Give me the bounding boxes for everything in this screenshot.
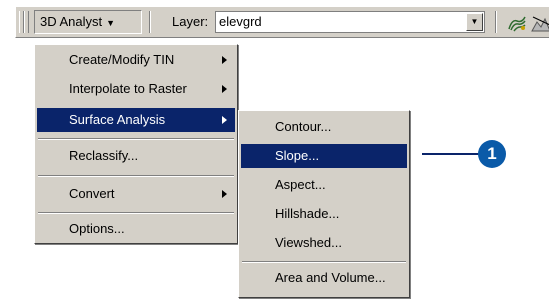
menu-item-label: Create/Modify TIN bbox=[69, 52, 175, 67]
submenu-item-label: Area and Volume... bbox=[275, 270, 386, 285]
surface-analysis-submenu: Contour... Slope... Aspect... Hillshade.… bbox=[238, 110, 410, 298]
menu-item-label: Options... bbox=[69, 221, 125, 236]
submenu-item-hillshade[interactable]: Hillshade... bbox=[241, 202, 407, 226]
layer-select[interactable]: elevgrd ▼ bbox=[215, 11, 485, 33]
submenu-item-label: Hillshade... bbox=[275, 206, 340, 221]
submenu-arrow-icon bbox=[222, 56, 227, 64]
menu-item-label: Surface Analysis bbox=[69, 112, 166, 127]
menu-item-reclassify[interactable]: Reclassify... bbox=[37, 144, 235, 168]
submenu-item-contour[interactable]: Contour... bbox=[241, 115, 407, 139]
submenu-item-label: Aspect... bbox=[275, 177, 326, 192]
menu-item-interpolate-to-raster[interactable]: Interpolate to Raster bbox=[37, 77, 235, 101]
submenu-item-label: Viewshed... bbox=[275, 235, 342, 250]
layer-select-value: elevgrd bbox=[219, 14, 262, 29]
menu-separator bbox=[38, 175, 234, 177]
3d-analyst-toolbar: 3D Analyst ▼ Layer: elevgrd ▼ bbox=[15, 6, 549, 38]
menu-item-create-modify-tin[interactable]: Create/Modify TIN bbox=[37, 48, 235, 72]
submenu-arrow-icon bbox=[222, 85, 227, 93]
menu-separator bbox=[38, 212, 234, 214]
submenu-item-area-and-volume[interactable]: Area and Volume... bbox=[241, 266, 407, 290]
submenu-item-aspect[interactable]: Aspect... bbox=[241, 173, 407, 197]
toolbar-separator bbox=[149, 11, 151, 33]
contour-tool-icon[interactable] bbox=[506, 13, 528, 33]
3d-analyst-dropdown-menu: Create/Modify TIN Interpolate to Raster … bbox=[34, 44, 238, 244]
submenu-arrow-icon bbox=[222, 116, 227, 124]
submenu-item-label: Contour... bbox=[275, 119, 332, 134]
menu-item-surface-analysis[interactable]: Surface Analysis bbox=[37, 108, 235, 132]
submenu-item-viewshed[interactable]: Viewshed... bbox=[241, 231, 407, 255]
dropdown-arrow-icon[interactable]: ▼ bbox=[466, 13, 483, 31]
callout-number-badge: 1 bbox=[478, 140, 506, 168]
callout-leader-line bbox=[422, 153, 480, 155]
layer-label: Layer: bbox=[172, 14, 209, 29]
menu-separator bbox=[242, 261, 406, 263]
menu-item-label: Convert bbox=[69, 186, 115, 201]
3d-analyst-menu-button[interactable]: 3D Analyst ▼ bbox=[34, 10, 142, 34]
menu-item-options[interactable]: Options... bbox=[37, 217, 235, 241]
chevron-down-icon: ▼ bbox=[106, 18, 116, 28]
toolbar-separator-2 bbox=[495, 11, 497, 33]
submenu-item-slope[interactable]: Slope... bbox=[241, 144, 407, 168]
menu-separator bbox=[38, 138, 234, 140]
submenu-item-label: Slope... bbox=[275, 148, 320, 163]
menu-item-convert[interactable]: Convert bbox=[37, 182, 235, 206]
submenu-arrow-icon bbox=[222, 190, 227, 198]
menu-item-label: Reclassify... bbox=[69, 148, 139, 163]
line-of-sight-icon[interactable] bbox=[530, 13, 549, 33]
toolbar-grip-2[interactable] bbox=[24, 11, 29, 33]
3d-analyst-menu-label: 3D Analyst bbox=[40, 14, 103, 29]
menu-item-label: Interpolate to Raster bbox=[69, 81, 187, 96]
